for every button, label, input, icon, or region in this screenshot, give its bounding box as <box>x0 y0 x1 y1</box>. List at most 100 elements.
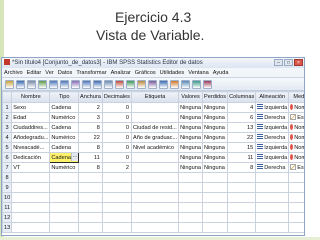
cell-columnas[interactable]: 6 <box>227 112 257 123</box>
cell-medida[interactable] <box>288 172 304 183</box>
cell-alineacion[interactable] <box>255 222 290 233</box>
cell-anchura[interactable]: 2 <box>78 102 103 113</box>
open-icon[interactable] <box>5 80 14 89</box>
cell-nombre[interactable] <box>11 202 51 213</box>
cell-medida[interactable] <box>288 192 304 203</box>
variables-icon[interactable] <box>93 80 102 89</box>
menu-item[interactable]: Gráficos <box>135 68 156 77</box>
cell-alineacion[interactable] <box>255 212 290 223</box>
cell-perdidos[interactable] <box>201 182 229 193</box>
cell-perdidos[interactable]: Ninguna <box>201 162 229 173</box>
cell-nombre[interactable]: Ciudaddires... <box>11 122 51 133</box>
cell-tipo[interactable]: Cadena <box>49 122 79 133</box>
menu-item[interactable]: Ventana <box>188 68 209 77</box>
cell-medida[interactable]: Escala <box>288 162 304 173</box>
row-number[interactable]: 3 <box>2 122 13 133</box>
cell-columnas[interactable]: 4 <box>227 102 257 113</box>
column-header[interactable]: Alineación <box>255 91 290 103</box>
cell-etiqueta[interactable] <box>130 202 180 213</box>
menu-item[interactable]: Analizar <box>111 68 131 77</box>
cell-nombre[interactable]: Edad <box>11 112 51 123</box>
menu-item[interactable]: Ver <box>45 68 53 77</box>
row-number[interactable]: 7 <box>2 162 13 173</box>
cell-anchura[interactable]: 3 <box>78 112 103 123</box>
cell-columnas[interactable]: 8 <box>227 162 257 173</box>
cell-medida[interactable] <box>288 222 304 233</box>
cell-alineacion[interactable]: Izquierda <box>255 102 290 113</box>
cell-tipo[interactable] <box>49 172 79 183</box>
save-icon[interactable] <box>16 80 25 89</box>
cell-perdidos[interactable]: Ninguna <box>201 142 229 153</box>
cell-alineacion[interactable]: Izquierda <box>255 152 290 163</box>
cell-etiqueta[interactable] <box>130 182 180 193</box>
insert-variable-icon[interactable] <box>126 80 135 89</box>
cell-etiqueta[interactable] <box>130 172 180 183</box>
cell-valores[interactable] <box>178 192 203 203</box>
column-header[interactable]: Valores <box>178 91 203 103</box>
cell-valores[interactable] <box>178 182 203 193</box>
cell-etiqueta[interactable] <box>130 112 180 123</box>
show-all-icon[interactable] <box>192 80 201 89</box>
cell-perdidos[interactable] <box>201 212 229 223</box>
cell-etiqueta[interactable] <box>130 212 180 223</box>
undo-icon[interactable] <box>49 80 58 89</box>
goto-case-icon[interactable] <box>71 80 80 89</box>
cell-tipo[interactable] <box>49 192 79 203</box>
cell-perdidos[interactable]: Ninguna <box>201 112 229 123</box>
print-icon[interactable] <box>27 80 36 89</box>
cell-medida[interactable]: Nominal <box>288 152 304 163</box>
cell-valores[interactable]: Ninguna <box>178 162 203 173</box>
cell-tipo[interactable] <box>49 222 79 233</box>
cell-nombre[interactable] <box>11 172 51 183</box>
cell-perdidos[interactable]: Ninguna <box>201 132 229 143</box>
column-header[interactable]: Etiqueta <box>130 91 180 103</box>
row-number[interactable]: 12 <box>2 212 13 223</box>
cell-alineacion[interactable] <box>255 192 290 203</box>
cell-columnas[interactable]: 13 <box>227 122 257 133</box>
cell-decimales[interactable]: 0 <box>101 102 132 113</box>
menu-item[interactable]: Ayuda <box>213 68 229 77</box>
cell-nombre[interactable] <box>11 212 51 223</box>
cell-alineacion[interactable]: Derecha <box>255 112 290 123</box>
cell-columnas[interactable] <box>227 192 257 203</box>
menu-item[interactable]: Utilidades <box>160 68 185 77</box>
cell-anchura[interactable] <box>78 172 103 183</box>
cell-perdidos[interactable] <box>201 172 229 183</box>
cell-alineacion[interactable] <box>255 202 290 213</box>
cell-columnas[interactable] <box>227 182 257 193</box>
cell-etiqueta[interactable]: Año de graduac... <box>130 132 180 143</box>
cell-anchura[interactable]: 8 <box>78 162 103 173</box>
cell-columnas[interactable] <box>227 202 257 213</box>
cell-valores[interactable] <box>178 222 203 233</box>
row-number[interactable]: 11 <box>2 202 13 213</box>
cell-perdidos[interactable]: Ninguna <box>201 122 229 133</box>
cell-medida[interactable]: Nominal <box>288 142 304 153</box>
cell-etiqueta[interactable] <box>130 192 180 203</box>
cell-tipo[interactable] <box>49 202 79 213</box>
cell-perdidos[interactable]: Ninguna <box>201 152 229 163</box>
cell-etiqueta[interactable]: Ciudad de resid... <box>130 122 180 133</box>
cell-medida[interactable] <box>288 182 304 193</box>
cell-decimales[interactable]: 0 <box>101 142 132 153</box>
column-header[interactable]: Anchura <box>78 91 103 103</box>
cell-valores[interactable]: Ninguna <box>178 152 203 163</box>
cell-decimales[interactable]: 0 <box>101 122 132 133</box>
cell-tipo[interactable]: Numérico <box>49 162 79 173</box>
column-header[interactable]: Columnas <box>227 91 257 103</box>
dialog-recall-icon[interactable] <box>38 80 47 89</box>
cell-tipo[interactable]: Cadena… <box>49 152 79 163</box>
row-number[interactable]: 13 <box>2 222 13 233</box>
cell-medida[interactable]: Escala <box>288 112 304 123</box>
cell-anchura[interactable] <box>78 202 103 213</box>
cell-columnas[interactable] <box>227 212 257 223</box>
column-header[interactable]: Nombre <box>11 91 51 103</box>
column-header[interactable]: Tipo <box>49 91 79 103</box>
cell-decimales[interactable] <box>101 222 132 233</box>
cell-columnas[interactable] <box>227 172 257 183</box>
spell-icon[interactable] <box>203 80 212 89</box>
split-file-icon[interactable] <box>137 80 146 89</box>
cell-anchura[interactable] <box>78 182 103 193</box>
column-header[interactable]: Decimales <box>101 91 132 103</box>
find-icon[interactable] <box>104 80 113 89</box>
cell-anchura[interactable]: 8 <box>78 122 103 133</box>
